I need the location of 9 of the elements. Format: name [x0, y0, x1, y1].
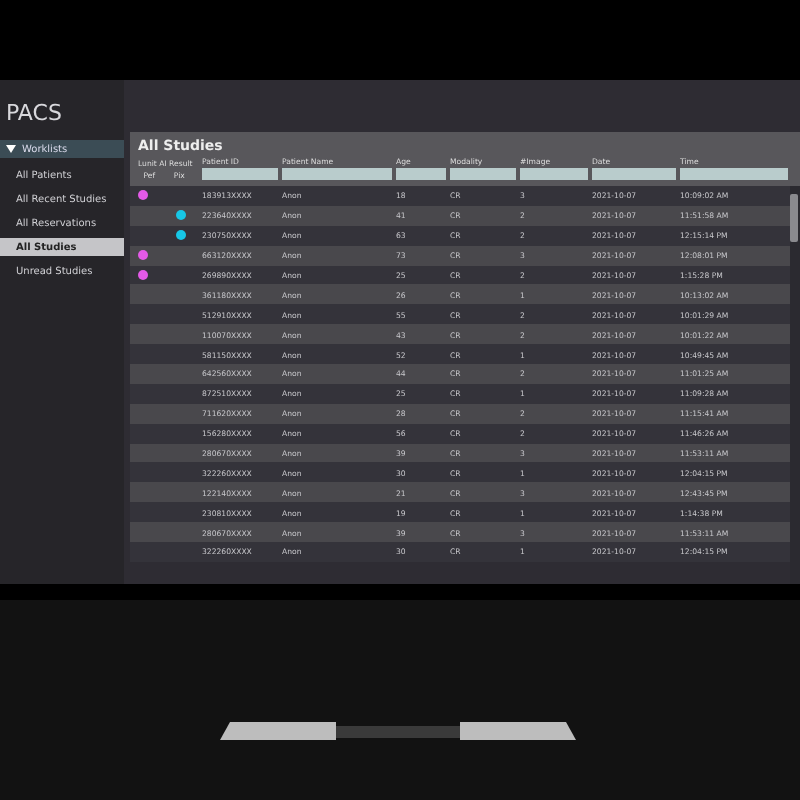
collapse-icon — [6, 144, 16, 154]
filter-field[interactable] — [282, 168, 392, 180]
filter-field[interactable] — [680, 168, 788, 180]
filter-field[interactable] — [592, 168, 676, 180]
filter-field[interactable] — [520, 168, 588, 180]
filter-field[interactable] — [202, 168, 278, 180]
filter-field[interactable] — [450, 168, 516, 180]
app-title: PACS — [4, 100, 64, 130]
filter-field[interactable] — [396, 168, 446, 180]
